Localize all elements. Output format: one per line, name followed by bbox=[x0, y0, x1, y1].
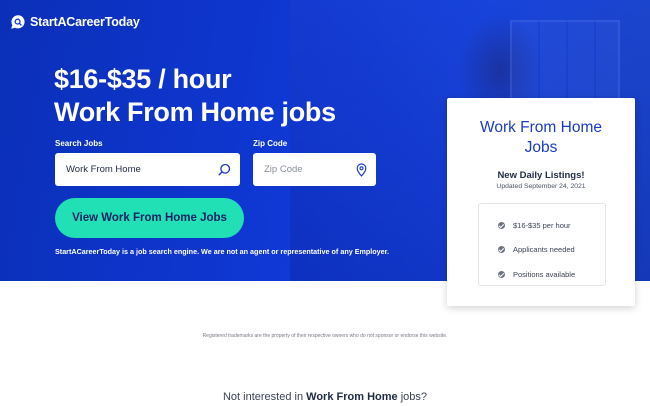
check-circle-icon bbox=[498, 270, 505, 278]
search-jobs-value: Work From Home bbox=[66, 164, 141, 175]
not-interested-text: Not interested in Work From Home jobs? bbox=[0, 391, 650, 403]
hero-disclaimer: StartACareerToday is a job search engine… bbox=[55, 247, 390, 256]
feature-label: Positions available bbox=[513, 269, 576, 279]
card-subtitle: New Daily Listings! bbox=[497, 170, 585, 181]
not-interested-prefix: Not interested in bbox=[222, 391, 304, 403]
zip-code-placeholder: Zip Code bbox=[264, 164, 303, 175]
page-headline: $16-$35 / hour Work From Home jobs bbox=[54, 63, 336, 129]
feature-item: Applicants needed bbox=[479, 238, 605, 263]
search-jobs-input[interactable]: Work From Home bbox=[55, 153, 240, 186]
card-title-line2: Jobs bbox=[524, 139, 558, 156]
chat-bubble-search-icon bbox=[11, 15, 25, 29]
headline-job-type: Work From Home jobs bbox=[54, 97, 336, 127]
view-jobs-button[interactable]: View Work From Home Jobs bbox=[55, 198, 244, 238]
feature-label: Applicants needed bbox=[513, 245, 575, 255]
check-circle-icon bbox=[498, 221, 505, 229]
zip-code-label: Zip Code bbox=[253, 139, 288, 148]
listing-card: Work From Home Jobs New Daily Listings! … bbox=[447, 98, 635, 306]
feature-item: Positions available bbox=[479, 262, 605, 287]
feature-label: $16-$35 per hour bbox=[513, 220, 571, 230]
zip-code-input[interactable]: Zip Code bbox=[253, 153, 376, 186]
map-pin-icon bbox=[356, 162, 367, 177]
card-title-line1: Work From Home bbox=[479, 119, 602, 136]
headline-pay-range: $16-$35 / hour bbox=[54, 64, 232, 94]
brand-logo[interactable]: StartACareerToday bbox=[10, 14, 140, 30]
search-icon[interactable] bbox=[218, 163, 231, 176]
search-jobs-label: Search Jobs bbox=[55, 139, 103, 148]
check-circle-icon bbox=[498, 246, 505, 254]
card-title: Work From Home Jobs bbox=[447, 118, 635, 158]
not-interested-job: Work From Home bbox=[306, 391, 398, 403]
brand-name: StartACareerToday bbox=[30, 15, 140, 29]
card-updated-date: Updated September 24, 2021 bbox=[496, 183, 586, 190]
feature-item: $16-$35 per hour bbox=[479, 213, 605, 238]
not-interested-suffix: jobs? bbox=[400, 391, 427, 403]
trademark-notice: Registered trademarks are the property o… bbox=[202, 333, 448, 339]
feature-list: $16-$35 per hour Applicants needed Posit… bbox=[478, 203, 606, 286]
